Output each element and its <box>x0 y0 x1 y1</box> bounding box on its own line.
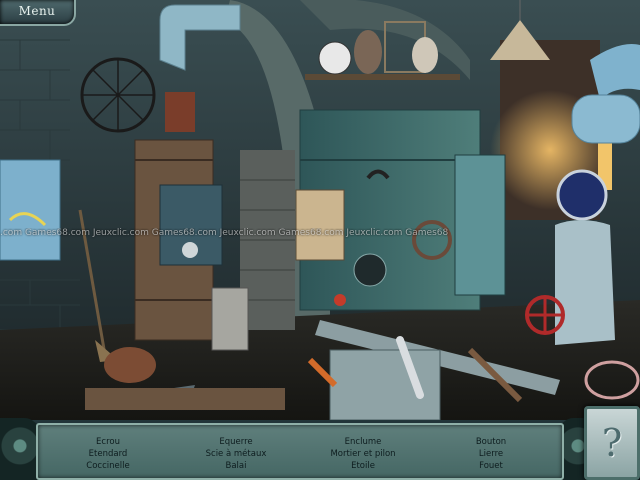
list-item-equerre[interactable]: Equerre <box>219 437 252 447</box>
list-item-lierre[interactable]: Lierre <box>479 449 503 459</box>
gear-wheel[interactable] <box>353 253 387 287</box>
blue-banner[interactable] <box>0 159 61 261</box>
item-list-panel: Ecrou Etendard Coccinelle Equerre Scie à… <box>36 423 564 480</box>
workbench-plank <box>85 388 285 410</box>
clock-face[interactable] <box>182 242 198 258</box>
wooden-crate[interactable] <box>329 349 441 420</box>
list-item-coccinelle[interactable]: Coccinelle <box>86 461 129 471</box>
list-item-mortier-et-pilon[interactable]: Mortier et pilon <box>330 449 395 459</box>
clay-pot[interactable] <box>104 347 156 383</box>
vise-handle[interactable] <box>334 294 346 306</box>
framed-picture[interactable] <box>295 189 345 261</box>
hint-button[interactable]: ? <box>584 406 640 480</box>
list-item-etendard[interactable]: Etendard <box>89 449 128 459</box>
pipe-elbow[interactable] <box>571 94 640 144</box>
hidden-object-scene[interactable] <box>0 0 640 420</box>
game-screen: .com Games68.com Jeuxclic.com Games68.co… <box>0 0 640 480</box>
hud-ornament-left <box>0 418 40 480</box>
list-item-etoile[interactable]: Etoile <box>351 461 375 471</box>
list-item-fouet[interactable]: Fouet <box>479 461 503 471</box>
cabinet-door[interactable] <box>454 154 506 296</box>
menu-button[interactable]: Menu <box>0 0 76 26</box>
top-shelf <box>305 74 460 80</box>
list-item-ecrou[interactable]: Ecrou <box>96 437 120 447</box>
red-valve-wheel[interactable] <box>525 295 565 335</box>
list-item-scie-a-metaux[interactable]: Scie à métaux <box>206 449 267 459</box>
metal-bucket[interactable] <box>211 287 249 351</box>
list-item-balai[interactable]: Balai <box>226 461 247 471</box>
teddy-bear[interactable] <box>354 30 382 74</box>
wagon-wheel[interactable] <box>80 57 156 133</box>
doll[interactable] <box>412 37 438 73</box>
question-mark-icon: ? <box>601 421 623 465</box>
red-chest[interactable] <box>165 92 195 132</box>
soccer-ball[interactable] <box>318 41 352 75</box>
list-item-enclume[interactable]: Enclume <box>345 437 382 447</box>
watermark-text: .com Games68.com Jeuxclic.com Games68.co… <box>0 228 449 238</box>
list-item-bouton[interactable]: Bouton <box>476 437 506 447</box>
